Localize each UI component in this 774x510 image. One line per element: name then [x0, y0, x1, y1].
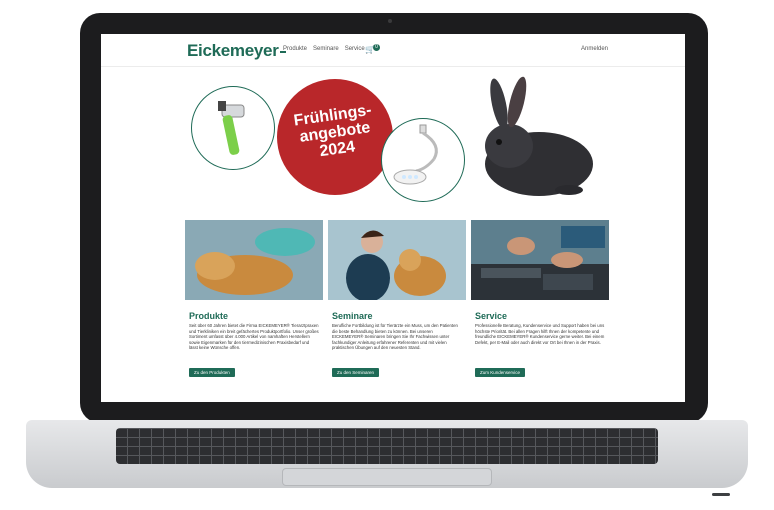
- card-produkte-title: Produkte: [189, 311, 229, 321]
- login-link[interactable]: Anmelden: [581, 46, 608, 52]
- rabbit-image: [485, 76, 593, 196]
- seminars-button[interactable]: Zu den Seminaren: [332, 368, 380, 377]
- nav-item-produkte[interactable]: Produkte: [283, 46, 307, 52]
- card-produkte-text: Seit über 60 Jahren bietet die Firma EIC…: [189, 323, 319, 351]
- card-seminare-image: [328, 220, 466, 302]
- camera-icon: [388, 19, 392, 23]
- site-header: Eickemeyer Produkte Seminare Service 🛒 0…: [101, 34, 685, 67]
- cart-count-badge: 0: [373, 44, 380, 51]
- card-produkte: Produkte Seit über 60 Jahren bietet die …: [185, 220, 323, 390]
- keyboard: [116, 428, 658, 464]
- spring-offers-badge[interactable]: Frühlings- angebote 2024: [277, 79, 393, 195]
- main-nav: Produkte Seminare Service: [283, 46, 365, 52]
- nav-item-service[interactable]: Service: [345, 46, 365, 52]
- card-service-title: Service: [475, 311, 508, 321]
- nav-item-seminare[interactable]: Seminare: [313, 46, 339, 52]
- products-button[interactable]: Zu den Produkten: [189, 368, 235, 377]
- product-tool-image: [191, 86, 275, 170]
- card-produkte-image: [185, 220, 323, 300]
- logo[interactable]: Eickemeyer: [187, 41, 286, 61]
- card-seminare-title: Seminare: [332, 311, 373, 321]
- service-button[interactable]: Zum Kundenservice: [475, 368, 526, 377]
- card-seminare-text: Berufliche Fortbildung ist für Tierärzte…: [332, 323, 458, 351]
- card-service-image: [471, 220, 609, 300]
- browser-screen: Eickemeyer Produkte Seminare Service 🛒 0…: [101, 34, 685, 402]
- trackpad: [282, 468, 492, 486]
- card-service-text: Professionelle Beratung, Kundenservice u…: [475, 323, 605, 345]
- card-service: Service Professionelle Beratung, Kundens…: [471, 220, 609, 390]
- card-seminare: Seminare Berufliche Fortbildung ist für …: [328, 220, 466, 390]
- surgical-lamp-image: [381, 118, 465, 202]
- status-led: [712, 493, 730, 496]
